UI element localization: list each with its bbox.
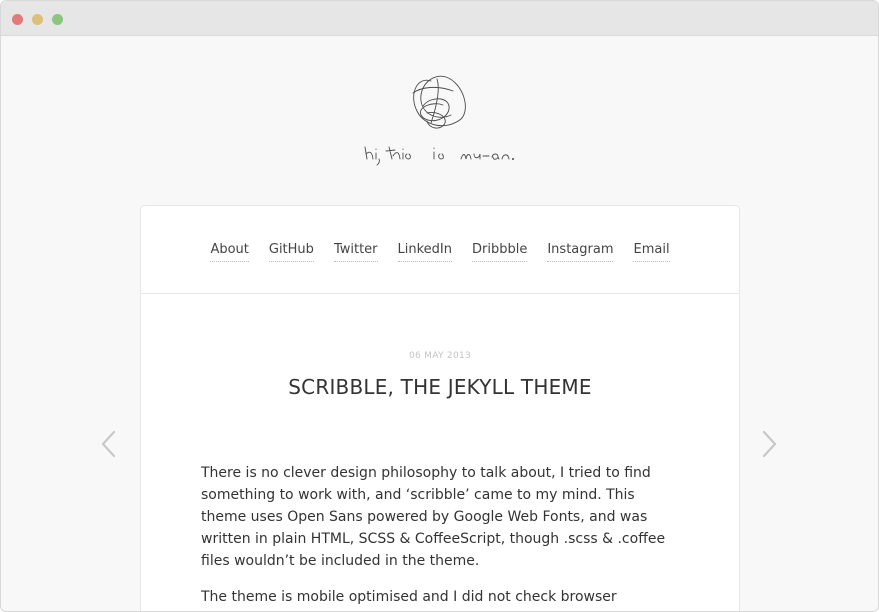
nav-link-dribbble[interactable]: Dribbble xyxy=(472,241,528,262)
content-card: About GitHub Twitter LinkedIn Dribbble I… xyxy=(140,205,740,611)
nav-link-email[interactable]: Email xyxy=(633,241,670,262)
browser-window: About GitHub Twitter LinkedIn Dribbble I… xyxy=(0,0,879,612)
post-paragraph: The theme is mobile optimised and I did … xyxy=(201,589,617,605)
nav-link-github[interactable]: GitHub xyxy=(268,241,314,262)
post-date: 06 MAY 2013 xyxy=(408,351,472,361)
chevron-left-icon[interactable] xyxy=(99,428,119,460)
post-paragraph: There is no clever design philosophy to … xyxy=(201,465,666,569)
post-body: There is no clever design philosophy to … xyxy=(201,462,676,611)
nav-link-linkedin[interactable]: LinkedIn xyxy=(397,241,452,262)
nav-link-about[interactable]: About xyxy=(210,241,249,262)
post-title: SCRIBBLE, THE JEKYLL THEME xyxy=(288,375,592,399)
main-nav: About GitHub Twitter LinkedIn Dribbble I… xyxy=(141,206,739,294)
window-titlebar xyxy=(1,1,878,36)
scribble-logo[interactable] xyxy=(361,71,521,171)
minimize-window-button[interactable] xyxy=(32,14,43,25)
zoom-window-button[interactable] xyxy=(52,14,63,25)
nav-link-twitter[interactable]: Twitter xyxy=(333,241,378,262)
chevron-right-icon[interactable] xyxy=(759,428,779,460)
nav-link-instagram[interactable]: Instagram xyxy=(547,241,614,262)
close-window-button[interactable] xyxy=(12,14,23,25)
